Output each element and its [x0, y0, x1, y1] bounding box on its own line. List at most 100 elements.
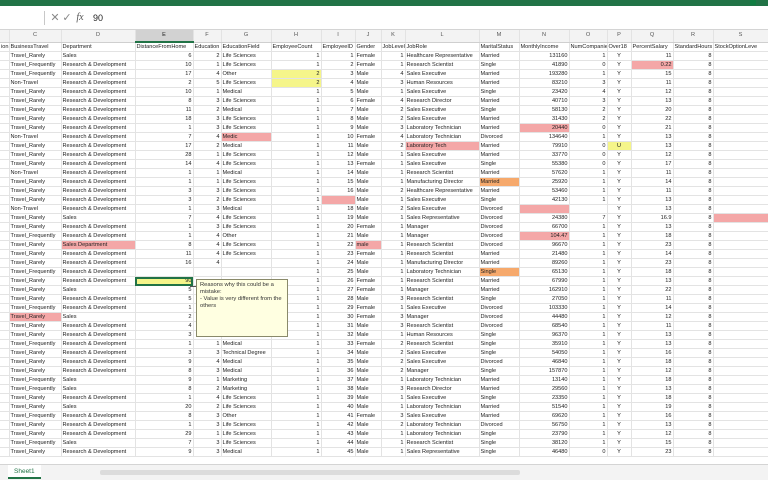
table-cell[interactable]: 10	[321, 132, 356, 142]
table-cell[interactable]: Male	[355, 150, 382, 160]
table-cell[interactable]: 1	[569, 240, 608, 250]
table-cell[interactable]: 8	[673, 114, 714, 124]
table-cell[interactable]	[0, 231, 10, 241]
table-cell[interactable]: Y	[607, 168, 632, 178]
table-cell[interactable]	[0, 96, 10, 106]
table-cell[interactable]: Travel_Rarely	[9, 402, 62, 412]
table-cell[interactable]: 1	[569, 285, 608, 295]
table-cell[interactable]: 1	[193, 87, 222, 97]
table-cell[interactable]	[0, 114, 10, 124]
table-cell[interactable]: Married	[479, 150, 520, 160]
table-cell[interactable]: 23	[631, 258, 674, 268]
table-cell[interactable]: Married	[479, 96, 520, 106]
table-cell[interactable]: 1	[381, 150, 406, 160]
table-cell[interactable]: Sales	[61, 384, 136, 394]
table-cell[interactable]	[713, 321, 768, 331]
table-cell[interactable]: Single	[479, 60, 520, 70]
table-cell[interactable]: Divorced	[479, 213, 520, 223]
table-cell[interactable]	[0, 159, 10, 169]
table-cell[interactable]	[713, 159, 768, 169]
table-cell[interactable]: 6	[135, 51, 194, 61]
table-cell[interactable]: 12	[631, 366, 674, 376]
table-cell[interactable]: Divorced	[479, 240, 520, 250]
table-cell[interactable]: Life Sciences	[221, 159, 272, 169]
table-cell[interactable]	[0, 177, 10, 187]
table-cell[interactable]: 2	[271, 78, 322, 88]
table-cell[interactable]: Y	[607, 258, 632, 268]
table-cell[interactable]: Travel_Frequently	[9, 339, 62, 349]
table-cell[interactable]: 35	[321, 357, 356, 367]
column-header-l[interactable]: L	[405, 30, 480, 43]
table-cell[interactable]: 1	[569, 312, 608, 322]
table-cell[interactable]: 1	[271, 348, 322, 358]
table-cell[interactable]: 8	[673, 330, 714, 340]
table-cell[interactable]: Travel_Rarely	[9, 357, 62, 367]
table-cell[interactable]	[713, 420, 768, 430]
table-cell[interactable]: 3	[193, 114, 222, 124]
table-cell[interactable]: 53460	[519, 186, 570, 196]
table-cell[interactable]: 4	[193, 258, 222, 268]
table-cell[interactable]: 6	[321, 96, 356, 106]
table-cell[interactable]: Life Sciences	[221, 429, 272, 439]
table-cell[interactable]: 8	[673, 420, 714, 430]
table-cell[interactable]: Laboratory Technician	[405, 132, 480, 142]
table-cell[interactable]: 1	[271, 357, 322, 367]
table-cell[interactable]: Y	[607, 366, 632, 376]
table-cell[interactable]: 31430	[519, 114, 570, 124]
table-cell[interactable]	[713, 402, 768, 412]
table-cell[interactable]: 3	[135, 348, 194, 358]
table-cell[interactable]: 1	[569, 222, 608, 232]
table-cell[interactable]	[713, 339, 768, 349]
table-cell[interactable]	[713, 78, 768, 88]
table-cell[interactable]: Female	[355, 411, 382, 421]
table-cell[interactable]	[713, 258, 768, 268]
table-cell[interactable]: Sales Executive	[405, 114, 480, 124]
table-cell[interactable]: Medic	[221, 132, 272, 142]
table-cell[interactable]: 8	[673, 276, 714, 286]
table-cell[interactable]: 1	[569, 249, 608, 259]
table-cell[interactable]: Non-Travel	[9, 78, 62, 88]
table-cell[interactable]: 8	[673, 213, 714, 223]
table-cell[interactable]: Life Sciences	[221, 150, 272, 160]
table-cell[interactable]: Y	[607, 384, 632, 394]
table-cell[interactable]: 1	[569, 294, 608, 304]
table-cell[interactable]: 1	[271, 60, 322, 70]
table-cell[interactable]: Male	[355, 267, 382, 277]
field-header-cell[interactable]: Gender	[355, 42, 382, 52]
table-cell[interactable]: Laboratory Technician	[405, 375, 480, 385]
table-cell[interactable]: 0	[569, 141, 608, 151]
table-cell[interactable]	[221, 258, 272, 268]
table-cell[interactable]: Travel_Frequently	[9, 231, 62, 241]
table-cell[interactable]: Y	[607, 240, 632, 250]
table-cell[interactable]: Male	[355, 78, 382, 88]
table-cell[interactable]: 1	[271, 177, 322, 187]
table-cell[interactable]: 4	[193, 159, 222, 169]
table-cell[interactable]: Female	[355, 51, 382, 61]
table-cell[interactable]: Sales	[61, 312, 136, 322]
table-cell[interactable]: Male	[355, 168, 382, 178]
table-cell[interactable]	[713, 168, 768, 178]
table-cell[interactable]: 90	[135, 276, 194, 286]
table-cell[interactable]: 1	[381, 402, 406, 412]
table-cell[interactable]: Female	[355, 312, 382, 322]
table-cell[interactable]: 10	[135, 60, 194, 70]
table-cell[interactable]	[713, 87, 768, 97]
table-cell[interactable]: 2	[381, 348, 406, 358]
table-cell[interactable]: Sales Executive	[405, 105, 480, 115]
table-cell[interactable]: 16	[135, 258, 194, 268]
table-cell[interactable]: 23	[321, 249, 356, 259]
table-cell[interactable]: 8	[673, 321, 714, 331]
table-cell[interactable]: 14	[631, 303, 674, 313]
table-cell[interactable]	[713, 240, 768, 250]
table-cell[interactable]: 8	[673, 87, 714, 97]
table-cell[interactable]: Male	[355, 384, 382, 394]
table-cell[interactable]: 0	[569, 123, 608, 133]
table-cell[interactable]: Research & Development	[61, 231, 136, 241]
table-cell[interactable]: Single	[479, 159, 520, 169]
table-cell[interactable]: Female	[355, 60, 382, 70]
table-cell[interactable]: 8	[673, 303, 714, 313]
sheet-tab-sheet1[interactable]: Sheet1	[8, 465, 41, 479]
table-cell[interactable]: Other	[221, 411, 272, 421]
table-cell[interactable]: 3	[193, 123, 222, 133]
table-cell[interactable]: 8	[673, 339, 714, 349]
